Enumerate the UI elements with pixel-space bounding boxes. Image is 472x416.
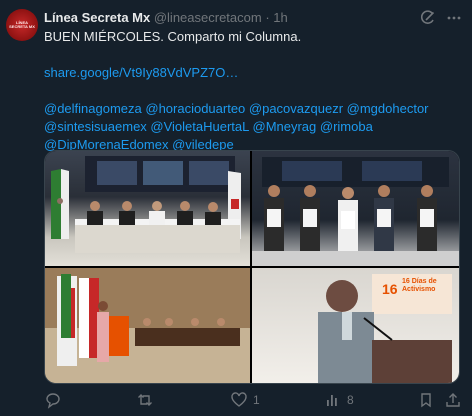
tweet-text: BUEN MIÉRCOLES. Comparto mi Columna. sha…: [44, 28, 464, 154]
share-button[interactable]: [444, 390, 462, 410]
views-icon: [327, 395, 337, 406]
views-button[interactable]: 8: [324, 390, 354, 410]
grok-icon[interactable]: [420, 10, 436, 26]
banner-text: 16 Días de Activismo: [402, 278, 437, 293]
mentions-line[interactable]: @sintesisuaemex @VioletaHuertaL @Mneyrag…: [44, 118, 464, 136]
photo-speaker-banner[interactable]: 16 16 Días de Activismo: [252, 268, 459, 383]
handle[interactable]: @lineasecretacom: [154, 10, 262, 25]
like-count: 1: [253, 393, 260, 407]
photo-podium[interactable]: [45, 268, 250, 383]
share-icon: [446, 393, 460, 407]
svg-text:16: 16: [382, 281, 398, 297]
tweet-link[interactable]: share.google/Vt9Iy88VdVPZ7O…: [44, 64, 464, 82]
more-icon[interactable]: [446, 10, 462, 26]
retweet-button[interactable]: [136, 390, 159, 410]
like-icon: [231, 392, 247, 407]
reply-icon: [46, 393, 60, 409]
avatar[interactable]: LÍNEA SECRETA MX: [6, 9, 38, 41]
photo-group-documents[interactable]: [252, 151, 459, 266]
header-actions: [420, 9, 462, 27]
media-grid: 16 16 Días de Activismo: [44, 150, 460, 384]
avatar-logo-text: LÍNEA SECRETA MX: [9, 20, 35, 29]
action-bar: 1 8: [44, 388, 464, 412]
views-count: 8: [347, 393, 354, 407]
retweet-icon: [138, 394, 152, 406]
timestamp[interactable]: 1h: [273, 10, 287, 25]
tweet-header: Línea Secreta Mx @lineasecretacom · 1h: [44, 9, 426, 27]
reply-button[interactable]: [44, 390, 67, 410]
bookmark-icon: [421, 393, 431, 408]
tweet-text-line: BUEN MIÉRCOLES. Comparto mi Columna.: [44, 29, 302, 44]
separator: ·: [265, 10, 270, 25]
tweet[interactable]: LÍNEA SECRETA MX Línea Secreta Mx @linea…: [0, 0, 472, 416]
like-button[interactable]: 1: [230, 390, 260, 410]
mentions-line[interactable]: @delfinagomeza @horacioduarteo @pacovazq…: [44, 100, 464, 118]
bookmark-button[interactable]: [417, 390, 435, 410]
photo-signing-table[interactable]: [45, 151, 250, 266]
display-name[interactable]: Línea Secreta Mx: [44, 10, 150, 25]
